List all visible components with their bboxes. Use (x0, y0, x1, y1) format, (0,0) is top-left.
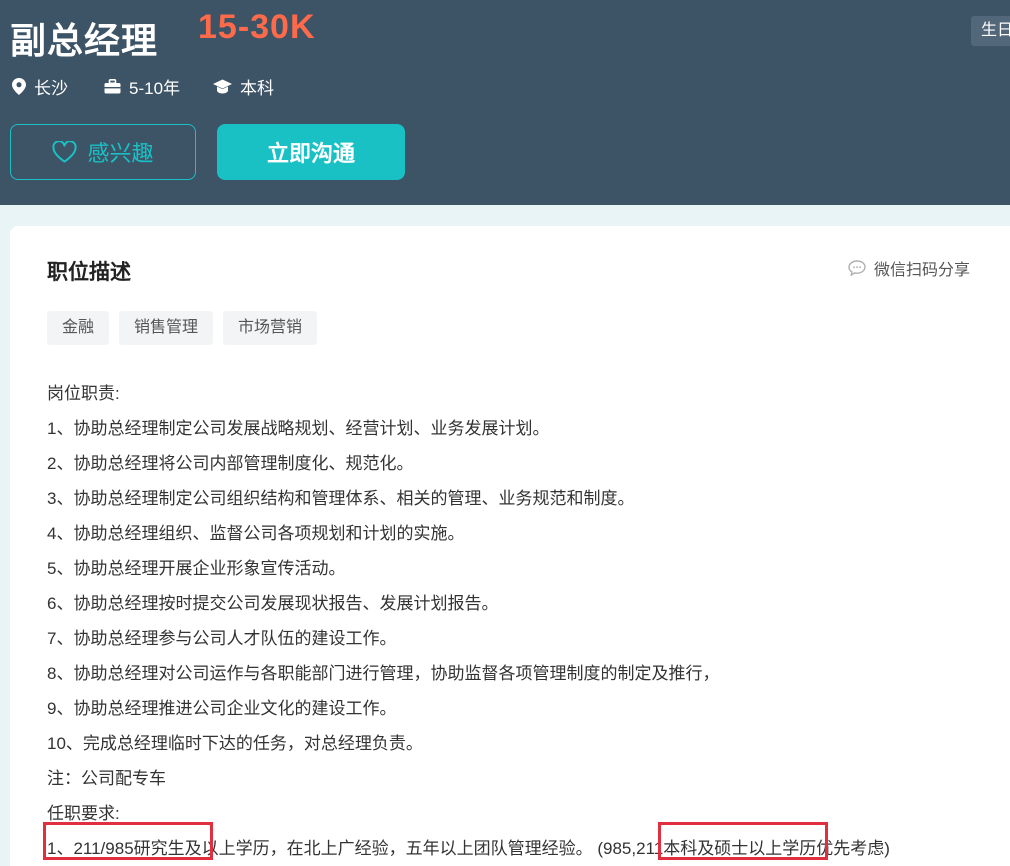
description-line: 注：公司配专车 (47, 769, 166, 788)
description-line: 9、协助总经理推进公司企业文化的建设工作。 (47, 699, 397, 718)
description-line: 2、协助总经理将公司内部管理制度化、规范化。 (47, 454, 414, 473)
location-text: 长沙 (34, 79, 68, 98)
description-line: 7、协助总经理参与公司人才队伍的建设工作。 (47, 629, 397, 648)
description-line: 6、协助总经理按时提交公司发展现状报告、发展计划报告。 (47, 594, 499, 613)
section-title: 职位描述 (47, 261, 131, 284)
job-title: 副总经理 (10, 20, 159, 61)
description-text: 岗位职责: 1、协助总经理制定公司发展战略规划、经营计划、业务发展计划。 2、协… (47, 376, 890, 866)
education: 本科 (213, 74, 274, 99)
tag[interactable]: 销售管理 (119, 311, 214, 345)
description-line: 8、协助总经理对公司运作与各职能部门进行管理，协助监督各项管理制度的制定及推行， (47, 664, 720, 683)
description-line: 5、协助总经理开展企业形象宣传活动。 (47, 559, 346, 578)
chat-now-button[interactable]: 立即沟通 (217, 124, 405, 180)
description-line: 4、协助总经理组织、监督公司各项规划和计划的实施。 (47, 524, 465, 543)
tag-list: 金融 销售管理 市场营销 (47, 311, 327, 345)
interest-button[interactable]: 感兴趣 (10, 124, 196, 180)
experience-text: 5-10年 (129, 79, 181, 98)
description-line: 3、协助总经理制定公司组织结构和管理体系、相关的管理、业务规范和制度。 (47, 489, 635, 508)
wechat-share-link[interactable]: 微信扫码分享 (848, 256, 970, 280)
highlight-box (43, 822, 213, 860)
interest-label: 感兴趣 (87, 141, 154, 166)
description-line: 1、协助总经理制定公司发展战略规划、经营计划、业务发展计划。 (47, 419, 550, 438)
description-line: 岗位职责: (47, 384, 120, 403)
job-description-card: 职位描述 微信扫码分享 金融 销售管理 市场营销 岗位职责: 1、协助总经理制定… (10, 226, 1010, 866)
map-pin-icon (12, 78, 26, 95)
highlight-box (658, 822, 828, 860)
tag[interactable]: 金融 (47, 311, 110, 345)
salary: 15-30K (198, 8, 316, 46)
share-label: 微信扫码分享 (874, 262, 971, 279)
experience: 5-10年 (104, 74, 180, 99)
corner-tag[interactable]: 生日 (971, 16, 1010, 46)
job-header: 副总经理 15-30K 生日 长沙 5-10年 本科 感兴趣 立即沟通 (0, 0, 1010, 205)
briefcase-icon (104, 79, 121, 94)
heart-icon (52, 141, 78, 163)
tag[interactable]: 市场营销 (223, 311, 318, 345)
chat-bubble-icon (848, 260, 866, 276)
education-text: 本科 (240, 79, 274, 98)
description-line: 10、完成总经理临时下达的任务，对总经理负责。 (47, 734, 423, 753)
graduation-cap-icon (213, 79, 232, 94)
location: 长沙 (12, 74, 68, 99)
